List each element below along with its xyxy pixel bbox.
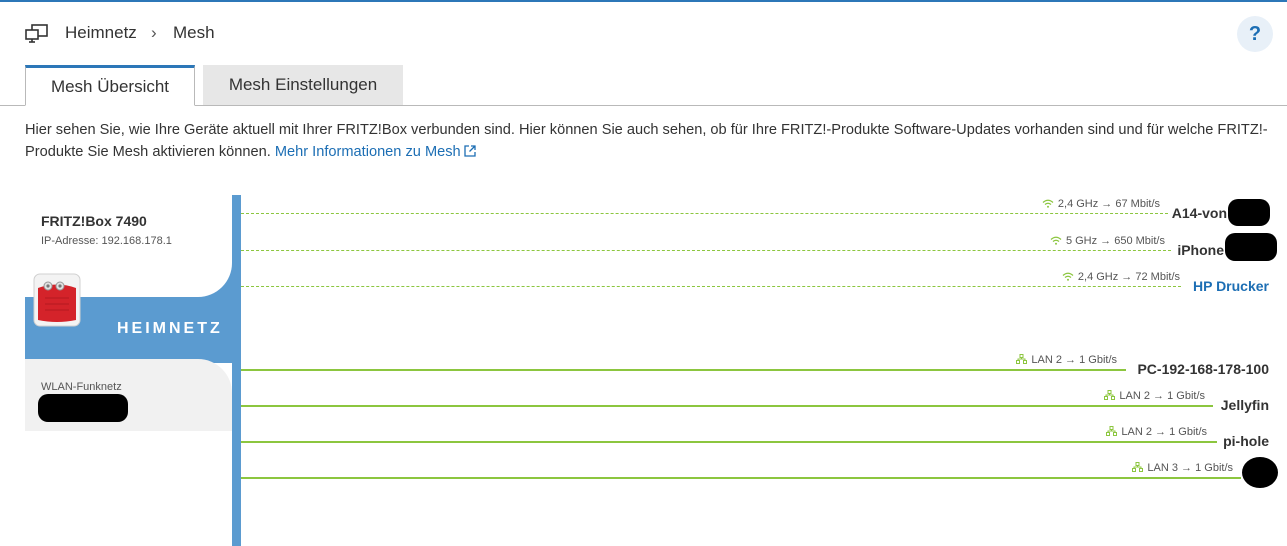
device-hp-drucker[interactable]: HP Drucker [1193,278,1269,294]
header: Heimnetz › Mesh ? [0,2,1287,62]
fritzbox-router-icon[interactable] [33,272,81,328]
wlan-label: WLAN-Funknetz [41,381,122,393]
external-link-icon [463,145,476,157]
breadcrumb-chevron-icon: › [151,23,157,42]
connection-meta: LAN 2 → 1 Gbit/s [1016,354,1117,366]
connection-meta: 5 GHz → 650 Mbit/s [1050,235,1165,247]
device-iphone[interactable]: iPhone [1177,242,1224,258]
redacted-device-name [1242,457,1278,488]
wlan-connection-line [241,286,1181,287]
redacted-device-name [1228,199,1270,226]
redacted-ssid [38,394,128,422]
router-name[interactable]: FRITZ!Box 7490 [41,213,147,229]
connection-meta: 2,4 GHz → 67 Mbit/s [1042,198,1160,210]
more-info-link[interactable]: Mehr Informationen zu Mesh [275,144,476,160]
lan-icon [1104,390,1116,400]
wifi-icon [1062,272,1074,281]
wlan-connection-line [241,250,1171,251]
device-pi-hole[interactable]: pi-hole [1223,433,1269,449]
lan-icon [1106,426,1118,436]
breadcrumb-root[interactable]: Heimnetz [65,23,137,43]
lan-connection-line [241,477,1241,479]
network-spine [232,195,241,546]
wifi-icon [1050,236,1062,245]
wifi-icon [1042,199,1054,208]
lan-connection-line [241,405,1213,407]
tab-mesh-settings[interactable]: Mesh Einstellungen [203,65,403,105]
device-pc[interactable]: PC-192-168-178-100 [1137,361,1269,377]
home-network-icon [25,24,48,43]
redacted-device-name [1225,233,1277,261]
connection-meta: LAN 3 → 1 Gbit/s [1132,462,1233,474]
lan-icon [1016,354,1028,364]
lan-connection-line [241,441,1217,443]
router-ip: IP-Adresse: 192.168.178.1 [41,235,172,247]
page-description: Hier sehen Sie, wie Ihre Geräte aktuell … [25,119,1280,163]
lan-icon [1132,462,1144,472]
device-jellyfin[interactable]: Jellyfin [1221,397,1269,413]
tab-bar: Mesh Übersicht Mesh Einstellungen [0,62,1287,106]
connection-meta: LAN 2 → 1 Gbit/s [1104,390,1205,402]
lan-connection-line [241,369,1126,371]
tab-mesh-overview[interactable]: Mesh Übersicht [25,65,195,106]
device-a14[interactable]: A14-von [1172,205,1227,221]
breadcrumb-current: Mesh [173,23,215,42]
heimnetz-label: HEIMNETZ [117,320,223,337]
connection-meta: LAN 2 → 1 Gbit/s [1106,426,1207,438]
description-text: Hier sehen Sie, wie Ihre Geräte aktuell … [25,122,1268,160]
connection-meta: 2,4 GHz → 72 Mbit/s [1062,271,1180,283]
wlan-connection-line [241,213,1168,214]
help-button[interactable]: ? [1237,16,1273,52]
